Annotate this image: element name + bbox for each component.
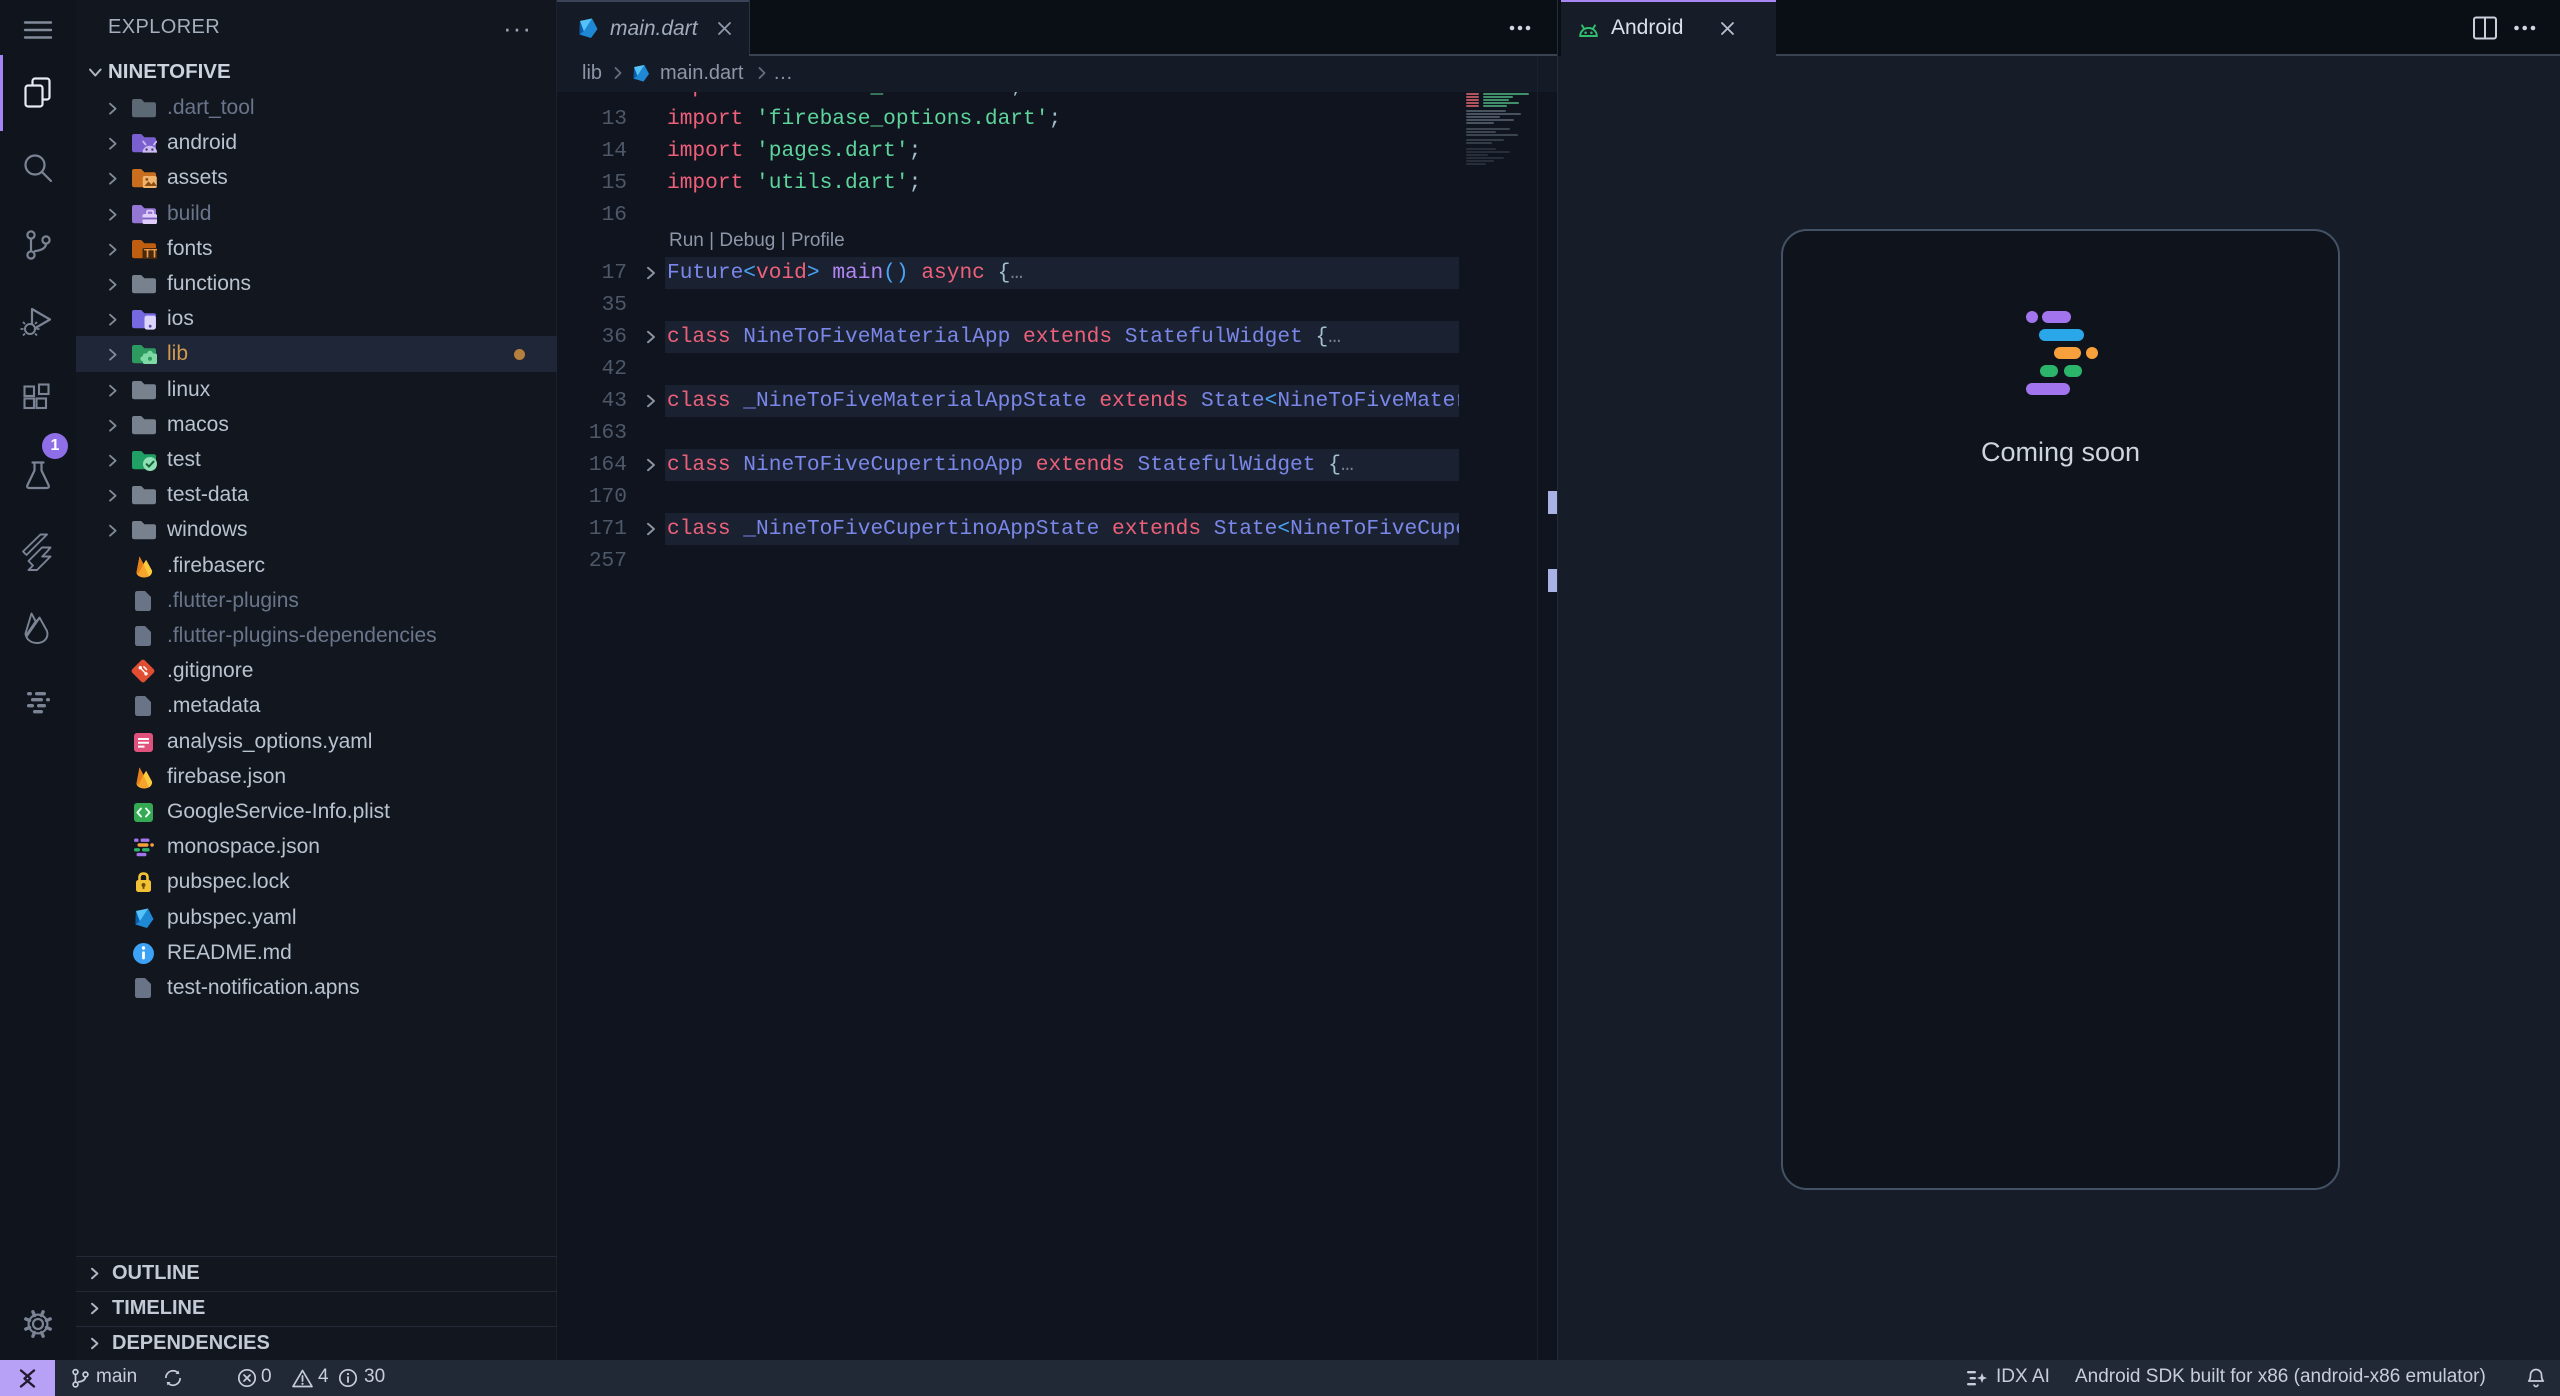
svg-text:TT: TT (144, 248, 157, 259)
